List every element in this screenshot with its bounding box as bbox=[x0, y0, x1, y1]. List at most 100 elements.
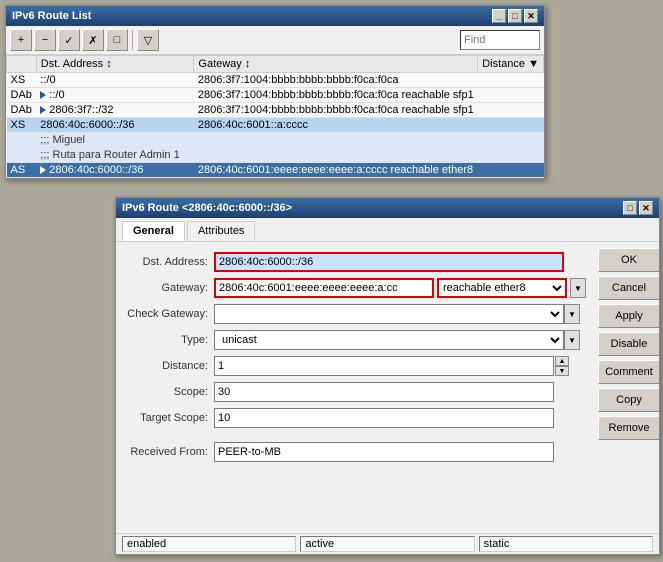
comment-button[interactable]: Comment bbox=[598, 360, 659, 384]
distance-down-button[interactable]: ▼ bbox=[555, 366, 569, 376]
row-type: DAb bbox=[7, 88, 37, 103]
row-dst: 2806:40c:6000::/36 bbox=[36, 118, 194, 133]
cancel-button[interactable]: ✗ bbox=[82, 29, 104, 51]
table-row-selected[interactable]: AS 2806:40c:6000::/36 2806:40c:6001:eeee… bbox=[7, 163, 544, 178]
row-gateway: 2806:3f7:1004:bbbb:bbbb:bbbb:f0ca:f0ca r… bbox=[194, 88, 478, 103]
route-list-title: IPv6 Route List bbox=[12, 10, 91, 22]
row-dst: 2806:3f7::/32 bbox=[36, 103, 194, 118]
copy-button[interactable]: Copy bbox=[598, 388, 659, 412]
row-gateway: 2806:3f7:1004:bbbb:bbbb:bbbb:f0ca:f0ca bbox=[194, 73, 478, 88]
check-gateway-row: Check Gateway: ▼ bbox=[124, 304, 586, 324]
distance-container: ▲ ▼ bbox=[214, 356, 569, 376]
type-select[interactable]: unicast bbox=[214, 330, 564, 350]
target-scope-input[interactable] bbox=[214, 408, 554, 428]
distance-label: Distance: bbox=[124, 360, 214, 372]
tab-general[interactable]: General bbox=[122, 221, 185, 241]
close-button[interactable]: ✕ bbox=[524, 9, 538, 23]
type-label: Type: bbox=[124, 334, 214, 346]
gateway-container: reachable ether8 ▼ bbox=[214, 278, 586, 298]
filter-button[interactable]: ▽ bbox=[137, 29, 159, 51]
check-gateway-arrow[interactable]: ▼ bbox=[564, 304, 580, 324]
col-header-type bbox=[7, 56, 37, 73]
dialog-minimize-button[interactable]: □ bbox=[623, 201, 637, 215]
col-header-dst[interactable]: Dst. Address ↕ bbox=[36, 56, 194, 73]
check-gateway-select[interactable] bbox=[214, 304, 564, 324]
row-dst: ::/0 bbox=[36, 88, 194, 103]
distance-row: Distance: ▲ ▼ bbox=[124, 356, 586, 376]
scope-row: Scope: bbox=[124, 382, 586, 402]
route-dialog-window: IPv6 Route <2806:40c:6000::/36> □ ✕ Gene… bbox=[115, 197, 660, 555]
route-list-window: IPv6 Route List _ □ ✕ + − ✓ ✗ □ ▽ Dst. A… bbox=[5, 5, 545, 179]
scope-input[interactable] bbox=[214, 382, 554, 402]
row-gateway: 2806:3f7:1004:bbbb:bbbb:bbbb:f0ca:f0ca r… bbox=[194, 103, 478, 118]
received-from-row: Received From: bbox=[124, 442, 586, 462]
row-dst: ::/0 bbox=[36, 73, 194, 88]
received-from-input[interactable] bbox=[214, 442, 554, 462]
row-dist bbox=[478, 73, 544, 88]
dst-address-row: Dst. Address: bbox=[124, 252, 586, 272]
cancel-button[interactable]: Cancel bbox=[598, 276, 659, 300]
toolbar-separator bbox=[132, 30, 133, 50]
type-row: Type: unicast ▼ bbox=[124, 330, 586, 350]
dialog-body: General Attributes Dst. Address: Gateway… bbox=[116, 218, 659, 554]
target-scope-row: Target Scope: bbox=[124, 408, 586, 428]
table-row-group: ;;; Miguel bbox=[7, 133, 544, 148]
row-dist bbox=[478, 163, 544, 178]
table-row[interactable]: DAb ::/0 2806:3f7:1004:bbbb:bbbb:bbbb:f0… bbox=[7, 88, 544, 103]
row-type: AS bbox=[7, 163, 37, 178]
row-comment: ;;; Miguel bbox=[36, 133, 543, 148]
route-dialog-title-bar: IPv6 Route <2806:40c:6000::/36> □ ✕ bbox=[116, 198, 659, 218]
disable-button[interactable]: Disable bbox=[598, 332, 659, 356]
row-type: DAb bbox=[7, 103, 37, 118]
copy-button[interactable]: □ bbox=[106, 29, 128, 51]
form-area: Dst. Address: Gateway: reachable ether8 … bbox=[116, 242, 594, 533]
minimize-button[interactable]: _ bbox=[492, 9, 506, 23]
col-header-dist[interactable]: Distance ▼ bbox=[478, 56, 544, 73]
remove-button[interactable]: Remove bbox=[598, 416, 659, 440]
row-type bbox=[7, 148, 37, 163]
target-scope-label: Target Scope: bbox=[124, 412, 214, 424]
row-type: XS bbox=[7, 118, 37, 133]
gateway-dropdown-arrow[interactable]: ▼ bbox=[570, 278, 586, 298]
col-header-gateway[interactable]: Gateway ↕ bbox=[194, 56, 478, 73]
distance-up-button[interactable]: ▲ bbox=[555, 356, 569, 366]
dialog-close-button[interactable]: ✕ bbox=[639, 201, 653, 215]
route-list-toolbar: + − ✓ ✗ □ ▽ bbox=[6, 26, 544, 55]
gateway-type-select[interactable]: reachable ether8 bbox=[437, 278, 567, 298]
received-from-label: Received From: bbox=[124, 446, 214, 458]
apply-button[interactable]: Apply bbox=[598, 304, 659, 328]
sidebar-buttons: OK Cancel Apply Disable Comment Copy Rem… bbox=[594, 242, 659, 533]
distance-spinner: ▲ ▼ bbox=[555, 356, 569, 376]
ok-button[interactable]: OK bbox=[598, 248, 659, 272]
row-dist bbox=[478, 103, 544, 118]
distance-input[interactable] bbox=[214, 356, 554, 376]
table-row-group: ;;; Ruta para Router Admin 1 bbox=[7, 148, 544, 163]
row-type: XS bbox=[7, 73, 37, 88]
table-row[interactable]: XS 2806:40c:6000::/36 2806:40c:6001::a:c… bbox=[7, 118, 544, 133]
table-row[interactable]: DAb 2806:3f7::/32 2806:3f7:1004:bbbb:bbb… bbox=[7, 103, 544, 118]
status-active: active bbox=[300, 536, 474, 552]
tab-attributes[interactable]: Attributes bbox=[187, 221, 255, 241]
find-input[interactable] bbox=[460, 30, 540, 50]
tab-bar: General Attributes bbox=[116, 218, 659, 242]
route-table-container: Dst. Address ↕ Gateway ↕ Distance ▼ XS :… bbox=[6, 55, 544, 178]
dialog-title-buttons: □ ✕ bbox=[623, 201, 653, 215]
dst-address-input[interactable] bbox=[214, 252, 564, 272]
scope-label: Scope: bbox=[124, 386, 214, 398]
gateway-input[interactable] bbox=[214, 278, 434, 298]
remove-button[interactable]: − bbox=[34, 29, 56, 51]
gateway-label: Gateway: bbox=[124, 282, 214, 294]
route-table: Dst. Address ↕ Gateway ↕ Distance ▼ XS :… bbox=[6, 55, 544, 178]
route-dialog-title: IPv6 Route <2806:40c:6000::/36> bbox=[122, 202, 292, 214]
row-comment: ;;; Ruta para Router Admin 1 bbox=[36, 148, 543, 163]
table-row[interactable]: XS ::/0 2806:3f7:1004:bbbb:bbbb:bbbb:f0c… bbox=[7, 73, 544, 88]
maximize-button[interactable]: □ bbox=[508, 9, 522, 23]
type-dropdown-arrow[interactable]: ▼ bbox=[564, 330, 580, 350]
check-gateway-label: Check Gateway: bbox=[124, 308, 214, 320]
gateway-row: Gateway: reachable ether8 ▼ bbox=[124, 278, 586, 298]
row-dst: 2806:40c:6000::/36 bbox=[36, 163, 194, 178]
add-button[interactable]: + bbox=[10, 29, 32, 51]
row-gateway: 2806:40c:6001::a:cccc bbox=[194, 118, 478, 133]
check-button[interactable]: ✓ bbox=[58, 29, 80, 51]
row-gateway: 2806:40c:6001:eeee:eeee:eeee:a:cccc reac… bbox=[194, 163, 478, 178]
